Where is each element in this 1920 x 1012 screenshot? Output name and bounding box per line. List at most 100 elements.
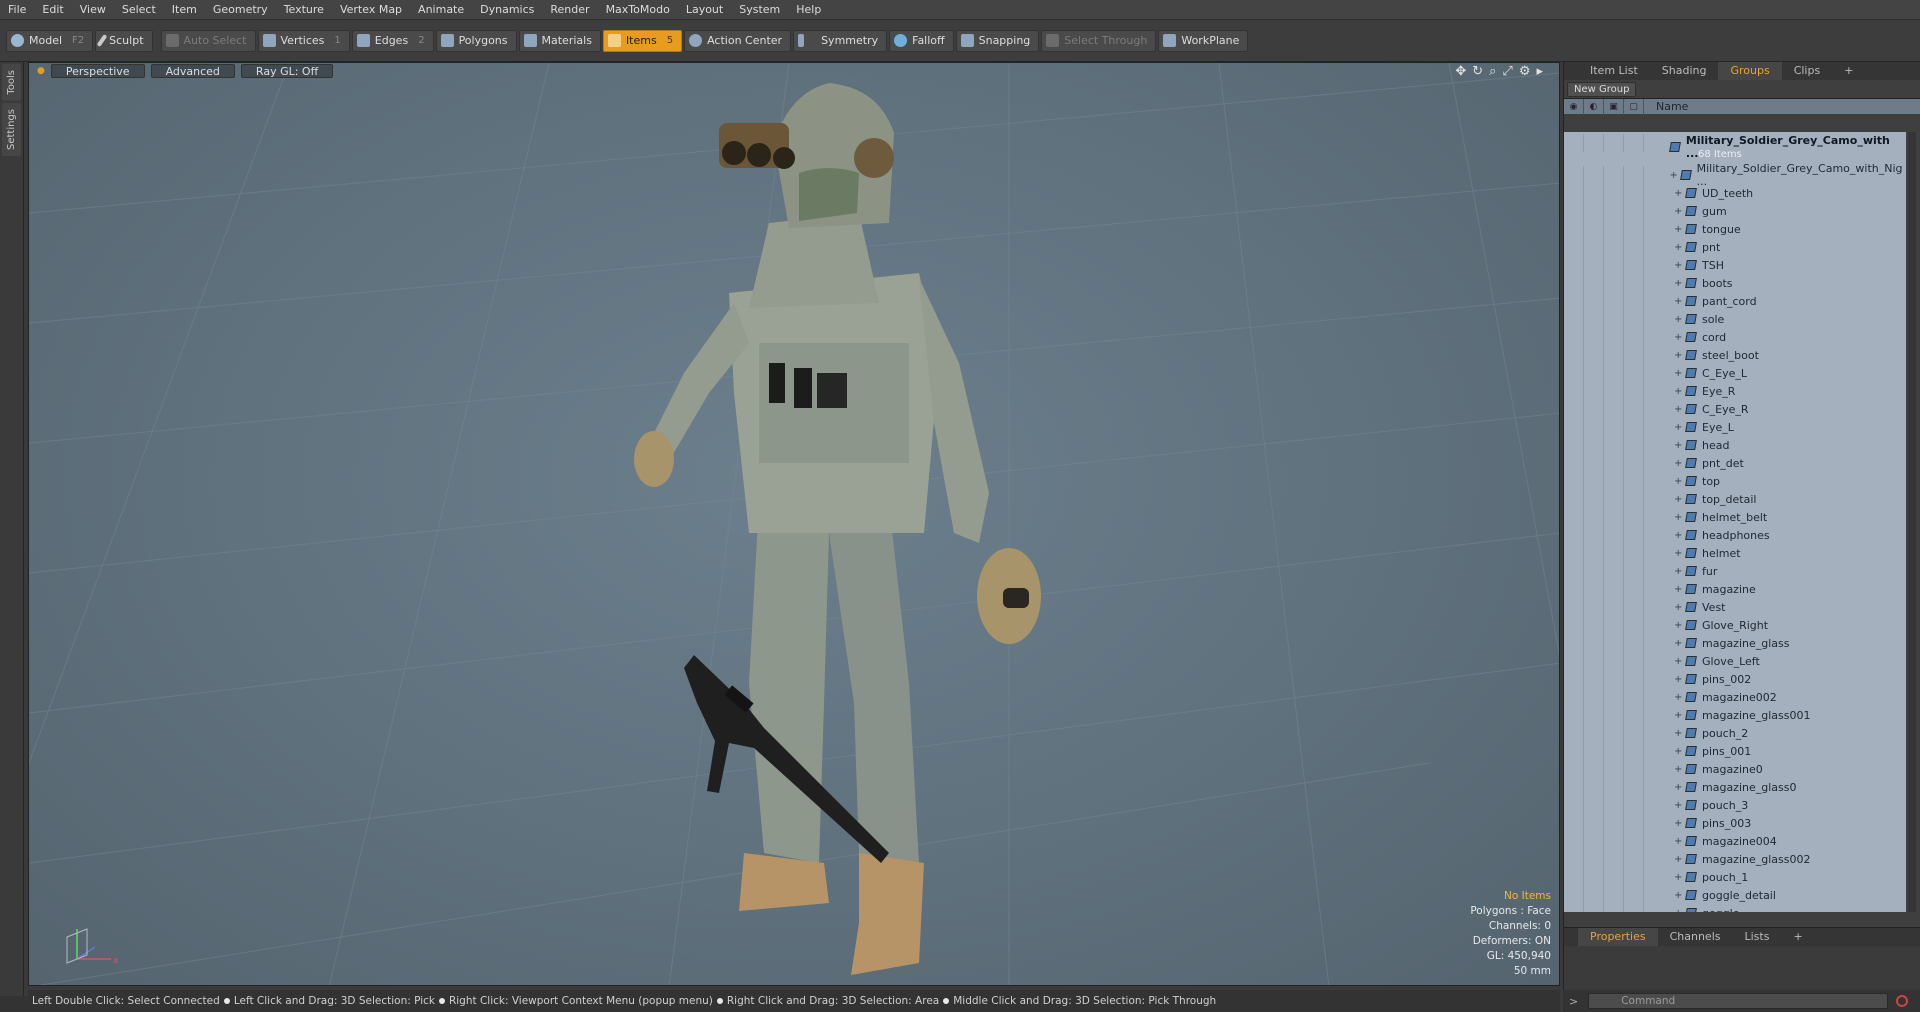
- group-item-row[interactable]: + steel_boot: [1564, 346, 1906, 364]
- tab-shading[interactable]: Shading: [1650, 62, 1719, 80]
- expand-icon[interactable]: +: [1674, 638, 1684, 649]
- viewport-pin-icon[interactable]: ●: [37, 66, 45, 76]
- tab-groups[interactable]: Groups: [1718, 62, 1782, 80]
- auto-select-button[interactable]: Auto Select: [160, 29, 256, 52]
- group-item-row[interactable]: + UD_teeth: [1564, 184, 1906, 202]
- expand-icon[interactable]: +: [1674, 656, 1684, 667]
- tab-properties[interactable]: Properties: [1578, 928, 1658, 946]
- group-item-row[interactable]: + magazine002: [1564, 688, 1906, 706]
- expand-icon[interactable]: +: [1670, 170, 1680, 181]
- tools-tab[interactable]: Tools: [2, 64, 21, 101]
- group-item-row[interactable]: + pins_002: [1564, 670, 1906, 688]
- new-group-button[interactable]: New Group: [1567, 81, 1637, 97]
- tab-clips[interactable]: Clips: [1782, 62, 1833, 80]
- expand-icon[interactable]: +: [1674, 620, 1684, 631]
- visibility-col-icon[interactable]: ◉: [1564, 98, 1584, 115]
- zoom-view-icon[interactable]: ⌕: [1489, 64, 1496, 79]
- expand-icon[interactable]: +: [1674, 764, 1684, 775]
- menu-item-geometry[interactable]: Geometry: [205, 0, 276, 20]
- group-item-row[interactable]: + C_Eye_L: [1564, 364, 1906, 382]
- group-item-row[interactable]: + magazine0: [1564, 760, 1906, 778]
- menu-item-help[interactable]: Help: [788, 0, 829, 20]
- command-input[interactable]: Command: [1588, 993, 1889, 1009]
- group-item-row[interactable]: + Vest: [1564, 598, 1906, 616]
- expand-icon[interactable]: +: [1674, 746, 1684, 757]
- expand-icon[interactable]: +: [1674, 908, 1684, 913]
- group-item-row[interactable]: + headphones: [1564, 526, 1906, 544]
- expand-icon[interactable]: +: [1674, 404, 1684, 415]
- expand-icon[interactable]: +: [1674, 260, 1684, 271]
- expand-icon[interactable]: +: [1674, 386, 1684, 397]
- group-item-row[interactable]: + cord: [1564, 328, 1906, 346]
- group-item-row[interactable]: + goggle_detail: [1564, 886, 1906, 904]
- perspective-dropdown[interactable]: Perspective: [50, 64, 145, 78]
- items-button[interactable]: Items 5: [602, 29, 683, 52]
- snapping-button[interactable]: Snapping: [955, 29, 1040, 52]
- move-view-icon[interactable]: ✥: [1455, 64, 1466, 79]
- menu-item-animate[interactable]: Animate: [410, 0, 472, 20]
- expand-icon[interactable]: +: [1674, 458, 1684, 469]
- model-button[interactable]: Model F2: [6, 29, 94, 52]
- group-item-row[interactable]: + pouch_3: [1564, 796, 1906, 814]
- expand-icon[interactable]: +: [1674, 350, 1684, 361]
- expand-icon[interactable]: +: [1674, 548, 1684, 559]
- materials-button[interactable]: Materials: [518, 29, 601, 52]
- group-item-row[interactable]: + magazine_glass001: [1564, 706, 1906, 724]
- expand-icon[interactable]: +: [1674, 836, 1684, 847]
- group-item-row[interactable]: + pnt: [1564, 238, 1906, 256]
- group-item-row[interactable]: + boots: [1564, 274, 1906, 292]
- menu-item-system[interactable]: System: [731, 0, 788, 20]
- vertices-button[interactable]: Vertices 1: [257, 29, 350, 52]
- group-item-row[interactable]: + magazine_glass: [1564, 634, 1906, 652]
- select-through-button[interactable]: Select Through: [1041, 29, 1157, 52]
- add-tab-icon[interactable]: +: [1832, 62, 1865, 80]
- expand-icon[interactable]: +: [1674, 188, 1684, 199]
- group-item-row[interactable]: + fur: [1564, 562, 1906, 580]
- group-item-row[interactable]: + TSH: [1564, 256, 1906, 274]
- expand-icon[interactable]: +: [1674, 710, 1684, 721]
- expand-icon[interactable]: +: [1674, 440, 1684, 451]
- group-item-row[interactable]: + Eye_R: [1564, 382, 1906, 400]
- symmetry-button[interactable]: Symmetry: [793, 29, 888, 52]
- expand-icon[interactable]: +: [1674, 854, 1684, 865]
- select-col-icon[interactable]: ▢: [1624, 98, 1644, 115]
- raygl-dropdown[interactable]: Ray GL: Off: [240, 64, 334, 78]
- menu-item-item[interactable]: Item: [164, 0, 205, 20]
- sculpt-button[interactable]: Sculpt: [95, 29, 153, 52]
- group-item-row[interactable]: + Military_Soldier_Grey_Camo_with_Nig ...: [1564, 162, 1906, 188]
- tab-channels[interactable]: Channels: [1658, 928, 1733, 946]
- tree-scrollbar[interactable]: [1908, 132, 1916, 912]
- group-item-row[interactable]: + magazine: [1564, 580, 1906, 598]
- group-item-row[interactable]: + goggle: [1564, 904, 1906, 912]
- 3d-viewport[interactable]: x ● Perspective Advanced Ray GL: Off ✥ ↻…: [28, 62, 1560, 986]
- group-item-row[interactable]: + helmet_belt: [1564, 508, 1906, 526]
- add-props-tab-icon[interactable]: +: [1781, 928, 1814, 946]
- menu-item-render[interactable]: Render: [542, 0, 597, 20]
- group-item-row[interactable]: + gum: [1564, 202, 1906, 220]
- fit-view-icon[interactable]: ⤢: [1502, 64, 1512, 79]
- expand-icon[interactable]: +: [1674, 332, 1684, 343]
- expand-icon[interactable]: +: [1674, 512, 1684, 523]
- expand-icon[interactable]: +: [1674, 692, 1684, 703]
- record-icon[interactable]: [1896, 995, 1909, 1007]
- expand-icon[interactable]: +: [1674, 782, 1684, 793]
- expand-icon[interactable]: +: [1674, 278, 1684, 289]
- arrow-right-icon[interactable]: ▸: [1536, 64, 1543, 79]
- group-item-row[interactable]: + Glove_Left: [1564, 652, 1906, 670]
- render-col-icon[interactable]: ◐: [1584, 98, 1604, 115]
- expand-icon[interactable]: +: [1674, 674, 1684, 685]
- group-row[interactable]: Military_Soldier_Grey_Camo_with ... 68 I…: [1564, 132, 1906, 166]
- expand-icon[interactable]: +: [1674, 494, 1684, 505]
- group-item-row[interactable]: + helmet: [1564, 544, 1906, 562]
- group-item-row[interactable]: + tongue: [1564, 220, 1906, 238]
- expand-icon[interactable]: +: [1674, 242, 1684, 253]
- group-item-row[interactable]: + pins_001: [1564, 742, 1906, 760]
- group-item-row[interactable]: + pant_cord: [1564, 292, 1906, 310]
- tab-lists[interactable]: Lists: [1733, 928, 1782, 946]
- group-item-row[interactable]: + C_Eye_R: [1564, 400, 1906, 418]
- menu-item-select[interactable]: Select: [114, 0, 164, 20]
- expand-icon[interactable]: +: [1674, 800, 1684, 811]
- group-item-row[interactable]: + Eye_L: [1564, 418, 1906, 436]
- action-center-button[interactable]: Action Center: [684, 29, 792, 52]
- menu-item-texture[interactable]: Texture: [276, 0, 332, 20]
